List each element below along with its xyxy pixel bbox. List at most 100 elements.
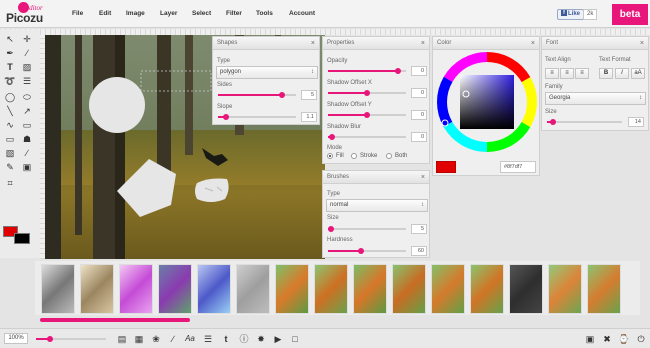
sides-slider-knob[interactable]	[278, 92, 285, 98]
shapes-type-select[interactable]: polygon ↕	[216, 66, 318, 79]
crop-icon[interactable]: ⌗	[3, 177, 17, 189]
adjust-icon[interactable]: ✸	[255, 333, 267, 345]
effects-icon[interactable]: ❀	[150, 333, 162, 345]
thumbnail-original-8[interactable]	[587, 264, 621, 314]
brush-type-select[interactable]: normal ↕	[326, 199, 428, 212]
brush-panel-icon[interactable]: ∕	[167, 333, 179, 345]
info-icon[interactable]: ⓘ	[238, 333, 250, 345]
curve-icon[interactable]: ∿	[3, 119, 17, 131]
slope-input[interactable]: 1.1	[301, 112, 317, 122]
font-case-button[interactable]: aA	[631, 68, 645, 79]
pen-icon[interactable]: ✒	[3, 47, 17, 59]
mode-fill-radio[interactable]: Fill	[327, 153, 344, 159]
gradient-icon[interactable]: ▧	[3, 147, 17, 159]
screen-icon[interactable]: ▣	[584, 333, 596, 345]
thumbnail-purple[interactable]	[158, 264, 192, 314]
close-icon[interactable]: ×	[640, 37, 644, 50]
menu-layer[interactable]: Layer	[160, 10, 177, 17]
thumbnail-dark[interactable]	[509, 264, 543, 314]
stamp-icon[interactable]: ☗	[20, 133, 34, 145]
color-wheel[interactable]	[434, 52, 540, 152]
thumbnail-original-7[interactable]	[548, 264, 582, 314]
ellipse-icon[interactable]: ◯	[3, 91, 17, 103]
background-color-swatch[interactable]	[14, 233, 30, 244]
menu-account[interactable]: Account	[289, 10, 315, 17]
folder-icon[interactable]: ▦	[133, 333, 145, 345]
eraser-icon[interactable]: ▨	[20, 61, 34, 73]
menu-file[interactable]: File	[72, 10, 83, 17]
font-size-slider-knob[interactable]	[550, 119, 556, 125]
italic-button[interactable]: I	[615, 68, 629, 79]
lasso-icon[interactable]: ➰	[3, 75, 17, 87]
tools-icon[interactable]: ✖	[601, 333, 613, 345]
clone-icon[interactable]: ☰	[20, 75, 34, 87]
sliders-icon[interactable]: ☰	[202, 333, 214, 345]
align-center-icon[interactable]: ≡	[560, 68, 574, 79]
hardness-slider-knob[interactable]	[357, 248, 364, 254]
zoom-level[interactable]: 100%	[4, 333, 28, 344]
thumbnail-original-6[interactable]	[470, 264, 504, 314]
thumbnail-original-4[interactable]	[392, 264, 426, 314]
menu-select[interactable]: Select	[192, 10, 211, 17]
shadow-y-input[interactable]: 0	[411, 110, 427, 120]
hardness-input[interactable]: 60	[411, 246, 427, 256]
line-icon[interactable]: ╲	[3, 105, 17, 117]
facebook-like-button[interactable]: f Like	[557, 9, 585, 20]
rect-icon[interactable]: ▭	[20, 119, 34, 131]
align-left-icon[interactable]: ≡	[545, 68, 559, 79]
picker-icon[interactable]: ↗	[20, 105, 34, 117]
thumbnail-sepia[interactable]	[80, 264, 114, 314]
shadow-blur-slider[interactable]	[328, 134, 406, 140]
logo[interactable]: editor Picozu	[6, 2, 52, 26]
zoom-slider[interactable]	[36, 336, 106, 342]
mode-both-radio[interactable]: Both	[386, 153, 407, 159]
fill-icon[interactable]: ⬭	[20, 91, 34, 103]
thumbnail-original-1[interactable]	[275, 264, 309, 314]
thumbnail-grayscale[interactable]	[41, 264, 75, 314]
history-icon[interactable]: ⌚	[618, 333, 630, 345]
thumbnail-emboss[interactable]	[236, 264, 270, 314]
eyedropper-icon[interactable]: ∕	[20, 147, 34, 159]
shadow-y-slider-knob[interactable]	[364, 112, 370, 118]
shadow-x-slider-knob[interactable]	[364, 90, 370, 96]
mode-stroke-radio[interactable]: Stroke	[351, 153, 377, 159]
current-color-swatch[interactable]	[436, 161, 456, 173]
pencil-icon[interactable]: ✎	[3, 161, 17, 173]
thumbnail-original-2[interactable]	[314, 264, 348, 314]
shadow-x-input[interactable]: 0	[411, 88, 427, 98]
opacity-input[interactable]: 0	[411, 66, 427, 76]
play-icon[interactable]: ▶	[272, 333, 284, 345]
twitter-icon[interactable]: t	[220, 333, 232, 345]
font-size-slider[interactable]	[547, 119, 622, 125]
thumbnail-original-3[interactable]	[353, 264, 387, 314]
power-icon[interactable]: ⏻	[635, 333, 647, 345]
shadow-blur-input[interactable]: 0	[411, 132, 427, 142]
brush-icon[interactable]: ∕	[20, 47, 34, 59]
align-right-icon[interactable]: ≡	[575, 68, 589, 79]
menu-filter[interactable]: Filter	[226, 10, 242, 17]
text-icon[interactable]: T	[3, 61, 17, 73]
shadow-y-slider[interactable]	[328, 112, 406, 118]
nav-icon[interactable]: □	[289, 333, 301, 345]
sides-input[interactable]: 5	[301, 90, 317, 100]
shadow-blur-slider-knob[interactable]	[328, 134, 335, 140]
menu-edit[interactable]: Edit	[99, 10, 111, 17]
pointer-icon[interactable]: ↖	[3, 33, 17, 45]
bold-button[interactable]: B	[599, 68, 613, 79]
font-family-select[interactable]: Georgia ↕	[545, 92, 646, 105]
thumbnail-blue[interactable]	[197, 264, 231, 314]
slope-slider-knob[interactable]	[222, 114, 229, 120]
thumbnail-scrollbar[interactable]	[40, 318, 190, 322]
zoom-slider-knob[interactable]	[47, 336, 53, 342]
close-icon[interactable]: ×	[421, 37, 425, 50]
shadow-x-slider[interactable]	[328, 90, 406, 96]
close-icon[interactable]: ×	[311, 37, 315, 50]
font-icon[interactable]: Aa	[184, 333, 196, 345]
thumbnail-pink[interactable]	[119, 264, 153, 314]
blur-icon[interactable]: ▭	[3, 133, 17, 145]
opacity-slider[interactable]	[328, 68, 406, 74]
layers-icon[interactable]: ▤	[116, 333, 128, 345]
slope-slider[interactable]	[218, 114, 296, 120]
brush-size-slider-knob[interactable]	[328, 226, 335, 232]
hex-color-input[interactable]: #8f7df7	[500, 161, 536, 173]
